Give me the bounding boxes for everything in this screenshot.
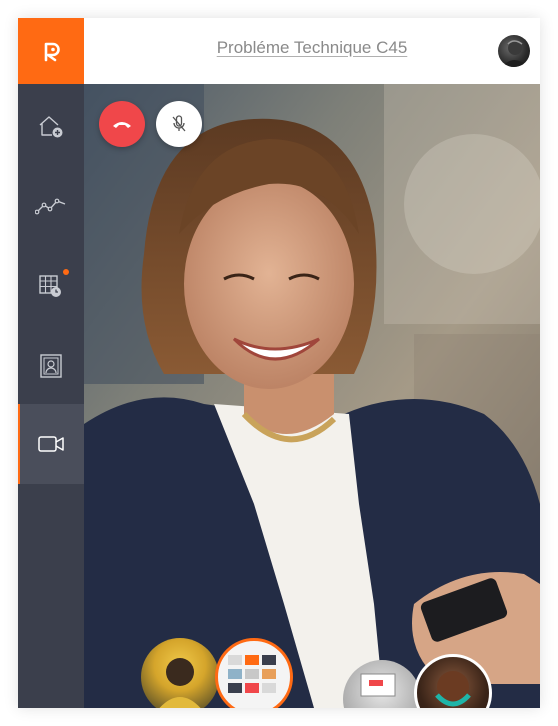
sidebar-item-analytics[interactable]	[18, 166, 84, 246]
line-chart-icon	[35, 196, 67, 216]
microphone-muted-icon	[171, 115, 187, 133]
hang-up-icon	[112, 118, 132, 130]
calendar-notification-badge	[63, 269, 69, 275]
header-bar: Probléme Technique C45	[84, 18, 540, 84]
sidebar-item-home-add[interactable]	[18, 86, 84, 166]
hang-up-button[interactable]	[99, 101, 145, 147]
video-feed	[84, 84, 540, 708]
app-logo[interactable]	[18, 18, 84, 84]
calendar-icon	[38, 273, 64, 299]
mute-button[interactable]	[156, 101, 202, 147]
participant-thumbnail-hooded[interactable]	[141, 638, 219, 708]
sidebar-item-calendar[interactable]	[18, 246, 84, 326]
home-plus-icon	[36, 112, 66, 140]
main-video-participant	[84, 84, 540, 708]
sidebar-nav	[18, 84, 84, 708]
sidebar-item-contacts[interactable]	[18, 326, 84, 406]
video-camera-icon	[37, 434, 65, 454]
sidebar-item-video[interactable]	[18, 404, 84, 484]
page-title[interactable]: Probléme Technique C45	[84, 38, 540, 58]
logo-icon	[38, 38, 64, 64]
app-window: Probléme Technique C45	[18, 18, 540, 708]
user-avatar[interactable]	[498, 35, 530, 67]
contact-card-icon	[39, 353, 63, 379]
participant-thumbnail-screen-share[interactable]	[215, 638, 293, 708]
